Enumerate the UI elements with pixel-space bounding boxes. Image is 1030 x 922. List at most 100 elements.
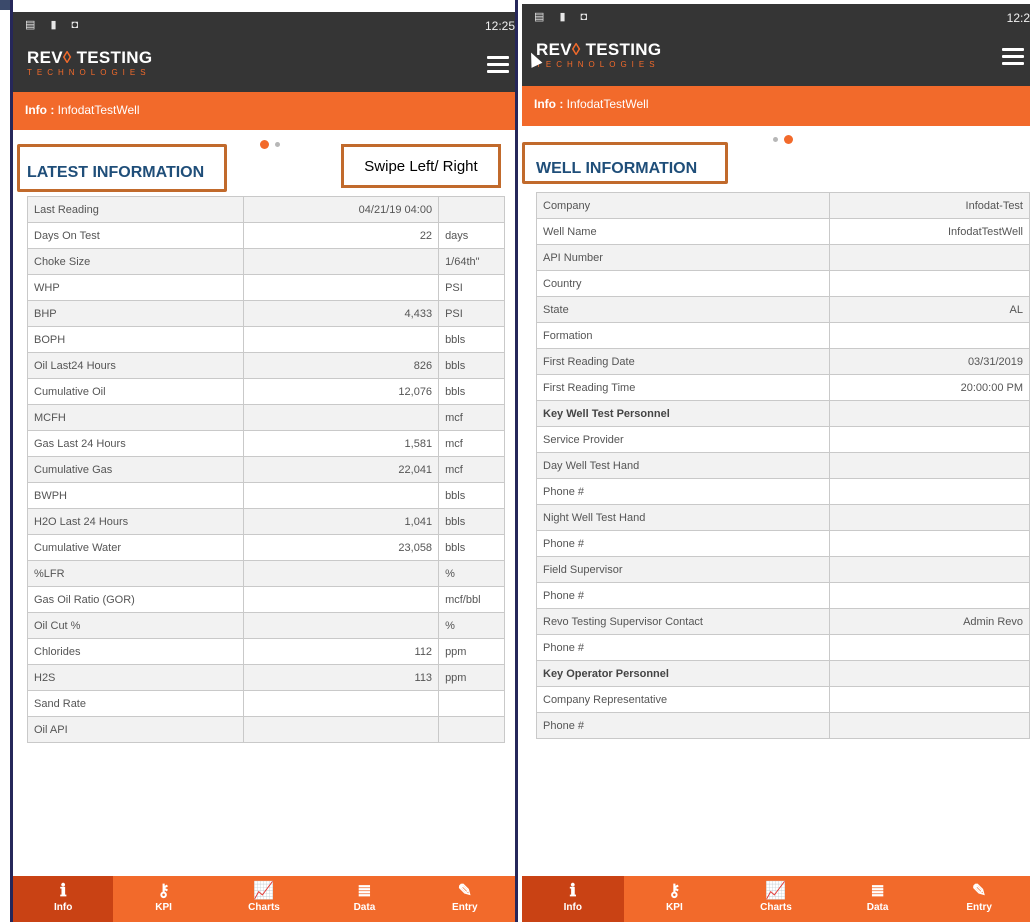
table-row: MCFH mcf — [27, 404, 505, 431]
row-label: Oil Last24 Hours — [27, 352, 244, 379]
info-icon: ℹ — [569, 881, 577, 900]
edit-icon: ✎ — [972, 881, 987, 900]
row-value — [829, 244, 1030, 271]
table-row: Oil Cut %% — [27, 612, 505, 639]
row-label: MCFH — [27, 404, 244, 431]
nav-kpi[interactable]: ⚷ KPI — [624, 876, 726, 922]
table-row: Cumulative Gas 22,041 mcf — [27, 456, 505, 483]
table-row: Choke Size 1/64th" — [27, 248, 505, 275]
row-label: Day Well Test Hand — [535, 452, 831, 479]
row-value — [829, 452, 1030, 479]
table-row: Oil API — [27, 716, 505, 743]
table-row: Phone # — [535, 478, 1030, 505]
page-indicator[interactable] — [770, 131, 796, 145]
table-row: Company Infodat-Test — [535, 192, 1030, 219]
row-value — [829, 634, 1030, 661]
row-label: Phone # — [535, 634, 831, 661]
row-value: 112 — [242, 638, 440, 665]
row-value — [242, 274, 440, 301]
table-row: Cumulative Water 23,058 bbls — [27, 534, 505, 561]
nav-kpi[interactable]: ⚷ KPI — [113, 876, 213, 922]
page-indicator[interactable] — [257, 136, 283, 150]
row-unit — [438, 716, 505, 743]
row-value — [242, 326, 440, 353]
page-dot-2[interactable] — [784, 135, 793, 145]
row-value — [829, 660, 1030, 687]
row-value — [829, 478, 1030, 505]
nav-label: Charts — [760, 902, 792, 913]
nav-label: KPI — [155, 902, 172, 913]
brand-subtitle: TECHNOLOGIES — [536, 60, 660, 69]
row-unit: bbls — [438, 534, 505, 561]
nav-charts[interactable]: 📈 Charts — [725, 876, 827, 922]
row-unit: mcf — [438, 430, 505, 457]
status-bar: ▤ ▮ ◘ 12:25 — [13, 12, 515, 40]
row-unit: PSI — [438, 300, 505, 327]
row-label: API Number — [535, 244, 831, 271]
row-value: 4,433 — [242, 300, 440, 327]
table-row: Key Well Test Personnel — [535, 400, 1030, 427]
row-value: 23,058 — [242, 534, 440, 561]
row-label: Oil Cut % — [27, 612, 244, 639]
row-value — [829, 582, 1030, 609]
nav-info[interactable]: ℹ Info — [522, 876, 624, 922]
table-row: First Reading Time 20:00:00 PM — [535, 374, 1030, 401]
nav-data[interactable]: ≣ Data — [827, 876, 929, 922]
row-label: Phone # — [535, 530, 831, 557]
status-bar: ▤ ▮ ◘ 12:2 — [522, 4, 1030, 32]
table-row: Days On Test 22 days — [27, 222, 505, 249]
app-header: REV◊ TESTING TECHNOLOGIES — [522, 32, 1030, 86]
row-unit: mcf — [438, 404, 505, 431]
table-row: Country — [535, 270, 1030, 297]
nav-charts[interactable]: 📈 Charts — [214, 876, 314, 922]
table-row: BOPH bbls — [27, 326, 505, 353]
table-row: Last Reading 04/21/19 04:00 — [27, 196, 505, 223]
row-label: Oil API — [27, 716, 244, 743]
nav-entry[interactable]: ✎ Entry — [415, 876, 515, 922]
nav-entry[interactable]: ✎ Entry — [928, 876, 1030, 922]
row-label: Gas Oil Ratio (GOR) — [27, 586, 244, 613]
row-value: 22 — [242, 222, 440, 249]
row-label: BWPH — [27, 482, 244, 509]
row-value: 04/21/19 04:00 — [242, 196, 440, 223]
status-icons: ▤ ▮ ◘ — [534, 11, 594, 23]
row-value: 1,041 — [242, 508, 440, 535]
row-value — [829, 530, 1030, 557]
row-value: 12,076 — [242, 378, 440, 405]
row-value — [242, 690, 440, 717]
nav-info[interactable]: ℹ Info — [13, 876, 114, 922]
nav-data[interactable]: ≣ Data — [314, 876, 414, 922]
page-dot-1[interactable] — [773, 137, 778, 143]
row-value — [242, 248, 440, 275]
row-label: BHP — [27, 300, 244, 327]
page-dot-2[interactable] — [275, 142, 280, 148]
row-unit: PSI — [438, 274, 505, 301]
bottom-nav: ℹ Info ⚷ KPI 📈 Charts ≣ Data ✎ Entry — [13, 876, 515, 922]
page-dot-1[interactable] — [260, 140, 269, 150]
row-label: Chlorides — [27, 638, 244, 665]
table-row: Formation — [535, 322, 1030, 349]
row-unit: bbls — [438, 508, 505, 535]
status-time: 12:25 — [484, 19, 515, 33]
info-bar: Info : InfodatTestWell — [522, 86, 1030, 126]
row-label: Well Name — [535, 218, 831, 245]
table-row: Company Representative — [535, 686, 1030, 713]
table-row: WHP PSI — [27, 274, 505, 301]
hamburger-menu-icon[interactable] — [1002, 48, 1024, 66]
row-value: 22,041 — [242, 456, 440, 483]
table-row: Phone # — [535, 530, 1030, 557]
row-label: First Reading Time — [535, 374, 831, 401]
row-label: Cumulative Oil — [27, 378, 244, 405]
info-label: Info : — [25, 103, 55, 117]
row-label: Phone # — [535, 582, 831, 609]
nav-label: Info — [54, 902, 73, 913]
brand-subtitle: TECHNOLOGIES — [27, 68, 151, 77]
row-label: Sand Rate — [27, 690, 244, 717]
section-heading: WELL INFORMATION — [536, 160, 698, 177]
table-row: BHP 4,433 PSI — [27, 300, 505, 327]
table-row: Night Well Test Hand — [535, 504, 1030, 531]
table-row: Gas Last 24 Hours 1,581 mcf — [27, 430, 505, 457]
nav-label: Entry — [452, 902, 478, 913]
hamburger-menu-icon[interactable] — [487, 56, 509, 74]
row-label: State — [535, 296, 831, 323]
